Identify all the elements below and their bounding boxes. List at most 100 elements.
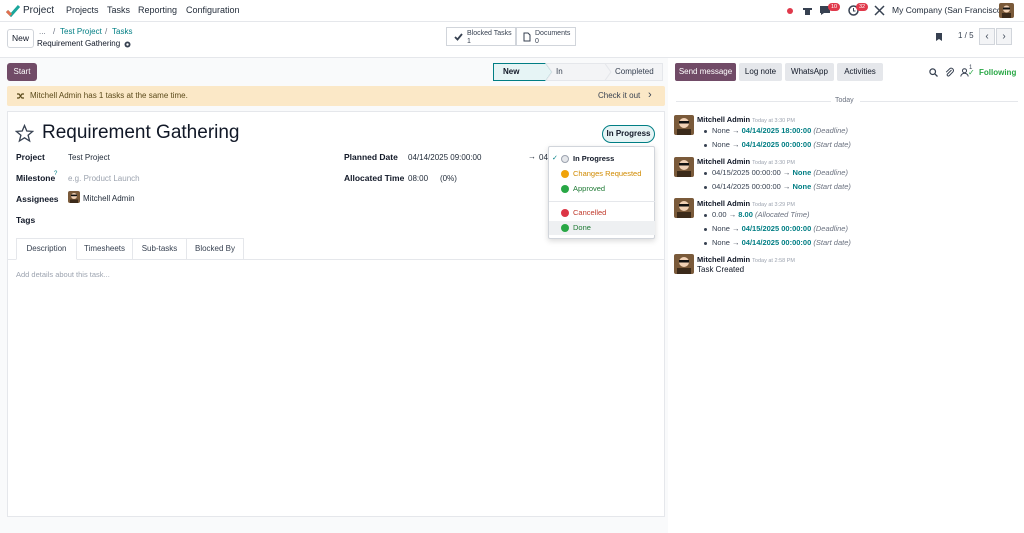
shuffle-icon — [17, 93, 24, 99]
stage-in-progress[interactable]: In Progress — [556, 63, 588, 94]
allocated-time-label: Allocated Time — [344, 173, 405, 183]
state-option-label: In Progress — [573, 154, 615, 163]
project-app-icon[interactable] — [6, 4, 20, 17]
tags-label: Tags — [16, 215, 36, 225]
author-avatar[interactable] — [674, 115, 694, 135]
state-option-changes-requested[interactable]: Changes Requested — [549, 167, 655, 181]
milestone-input[interactable]: e.g. Product Launch — [68, 174, 140, 183]
in-progress-icon — [561, 155, 569, 163]
milestone-label: Milestone — [16, 173, 56, 183]
breadcrumb-project[interactable]: Test Project — [60, 27, 102, 36]
menu-configuration[interactable]: Configuration — [186, 5, 240, 15]
start-timer-button[interactable]: Start — [7, 63, 37, 81]
new-value: 04/14/2025 00:00:00 — [741, 140, 812, 149]
menu-projects[interactable]: Projects — [66, 5, 99, 15]
pager-previous-button[interactable]: ‹ — [979, 28, 995, 45]
dropdown-divider — [549, 201, 655, 202]
tab-sub-tasks[interactable]: Sub-tasks — [133, 238, 187, 259]
send-message-button[interactable]: Send message — [675, 63, 736, 81]
menu-tasks[interactable]: Tasks — [107, 5, 130, 15]
new-button[interactable]: New — [7, 29, 34, 48]
pager-value[interactable]: 1 / 5 — [958, 31, 974, 40]
paperclip-icon[interactable] — [945, 67, 954, 77]
bullet — [704, 143, 707, 147]
check-icon: ✓ — [968, 68, 975, 77]
stage-new[interactable]: New 50m — [503, 63, 519, 94]
done-icon — [561, 224, 569, 232]
chat-badge: 10 — [828, 3, 841, 11]
breadcrumb-tasks[interactable]: Tasks — [112, 27, 132, 36]
tracking-line: 04/14/2025 00:00:00 → None (Start date) — [704, 182, 851, 191]
bookmark-icon[interactable] — [935, 32, 943, 42]
tab-description[interactable]: Description — [16, 238, 77, 260]
checkmark-icon: ✓ — [552, 155, 558, 162]
planned-date-start[interactable]: 04/14/2025 09:00:00 — [408, 153, 481, 162]
check-it-out-link[interactable]: Check it out — [598, 91, 640, 100]
allocated-time-percent: (0%) — [440, 174, 457, 183]
warning-icon — [561, 170, 569, 178]
tracking-line: 0.00 → 8.00 (Allocated Time) — [704, 210, 810, 219]
author-avatar[interactable] — [674, 198, 694, 218]
message-time: Today at 3:30 PM — [752, 118, 795, 124]
search-icon[interactable] — [929, 68, 938, 77]
message-author: Mitchell Admin Today at 2:58 PM — [697, 255, 795, 264]
app-name[interactable]: Project — [23, 5, 54, 16]
author-name: Mitchell Admin — [697, 199, 751, 208]
activity-badge: 32 — [856, 3, 869, 11]
user-avatar[interactable] — [999, 3, 1014, 18]
stage-completed[interactable]: Completed — [615, 63, 654, 81]
state-badge[interactable]: In Progress — [602, 125, 655, 143]
state-dropdown-menu: ✓ In Progress Changes Requested Approved… — [548, 146, 655, 239]
tracking-line: None → 04/14/2025 18:00:00 (Deadline) — [704, 126, 848, 135]
state-option-cancelled[interactable]: Cancelled — [549, 206, 655, 220]
star-icon[interactable] — [15, 124, 34, 143]
conflict-alert: Mitchell Admin has 1 tasks at the same t… — [7, 86, 665, 106]
message-author: Mitchell Admin Today at 3:30 PM — [697, 115, 795, 124]
activities-button[interactable]: Activities — [837, 63, 883, 81]
message-time: Today at 3:29 PM — [752, 202, 795, 208]
project-field[interactable]: Test Project — [68, 153, 110, 162]
assignee-avatar — [68, 191, 80, 203]
gear-icon[interactable] — [124, 41, 131, 48]
tracking-line: None → 04/14/2025 00:00:00 (Start date) — [704, 140, 851, 149]
pager-next-button[interactable]: › — [996, 28, 1012, 45]
author-avatar[interactable] — [674, 254, 694, 274]
chevron-right-icon[interactable]: › — [648, 89, 652, 101]
description-editor[interactable]: Add details about this task... — [16, 270, 110, 279]
log-note-button[interactable]: Log note — [739, 63, 782, 81]
date-divider-label: Today — [835, 97, 854, 104]
following-button[interactable]: Following — [979, 68, 1016, 77]
date-divider-line — [860, 101, 1018, 102]
help-icon[interactable]: ? — [54, 171, 57, 177]
author-avatar[interactable] — [674, 157, 694, 177]
menu-reporting[interactable]: Reporting — [138, 5, 177, 15]
allocated-time-field[interactable]: 08:00 — [408, 174, 428, 183]
field-name: (Deadline) — [813, 224, 848, 233]
state-option-in-progress[interactable]: ✓ In Progress — [549, 152, 655, 166]
field-name: (Allocated Time) — [754, 210, 810, 219]
author-name: Mitchell Admin — [697, 157, 751, 166]
tools-icon[interactable] — [874, 5, 885, 16]
new-value: 04/14/2025 18:00:00 — [741, 126, 812, 135]
company-switcher[interactable]: My Company (San Francisco) — [892, 5, 1004, 15]
tracking-line: None → 04/14/2025 00:00:00 (Start date) — [704, 238, 851, 247]
tab-timesheets[interactable]: Timesheets — [77, 238, 133, 259]
message-author: Mitchell Admin Today at 3:29 PM — [697, 199, 795, 208]
tab-blocked-by[interactable]: Blocked By — [187, 238, 244, 259]
breadcrumb-ellipsis[interactable]: ... — [39, 27, 46, 36]
planned-date-end[interactable]: 04 — [539, 153, 548, 162]
assignee-tag[interactable]: Mitchell Admin — [83, 194, 135, 203]
old-value: None — [712, 224, 730, 233]
field-name: (Deadline) — [813, 126, 848, 135]
phone-icon[interactable] — [802, 5, 813, 16]
state-option-done[interactable]: Done — [549, 221, 655, 235]
task-title[interactable]: Requirement Gathering — [42, 122, 240, 144]
state-option-approved[interactable]: Approved — [549, 182, 655, 196]
field-name: (Start date) — [813, 182, 851, 191]
documents-count: 0 — [535, 38, 539, 45]
record-indicator-icon[interactable] — [787, 8, 793, 14]
message-body: Task Created — [697, 265, 745, 274]
blocked-tasks-smart-button[interactable]: Blocked Tasks 1 — [446, 27, 516, 46]
whatsapp-button[interactable]: WhatsApp — [785, 63, 834, 81]
documents-smart-button[interactable]: Documents 0 — [516, 27, 576, 46]
